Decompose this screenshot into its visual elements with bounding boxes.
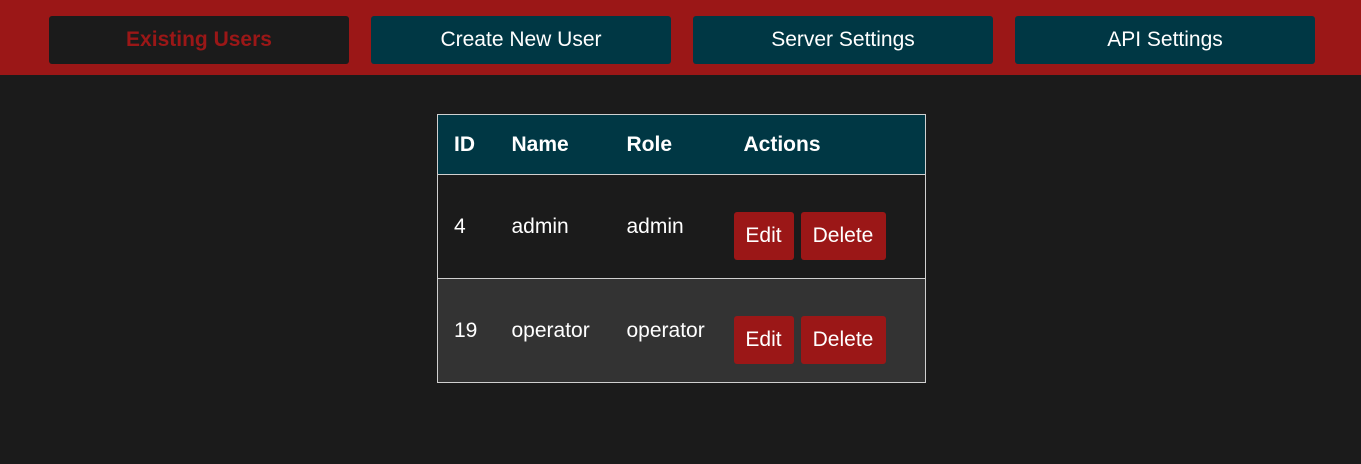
user-role-cell: admin (609, 174, 725, 279)
delete-user-button[interactable]: Delete (800, 211, 886, 260)
table-header: ID Name Role Actions (437, 114, 926, 175)
users-table: ID Name Role Actions 4 admin admin Edit D… (437, 114, 926, 383)
edit-user-button[interactable]: Edit (733, 211, 794, 260)
table-header-row: ID Name Role Actions (437, 114, 926, 175)
table-row: 19 operator operator Edit Delete (437, 278, 926, 383)
top-nav-bar: Existing Users Create New User Server Se… (0, 0, 1361, 75)
user-id-cell: 4 (437, 174, 495, 279)
column-header-id: ID (437, 114, 495, 175)
user-actions-cell: Edit Delete (724, 174, 926, 279)
column-header-role: Role (609, 114, 725, 175)
user-actions-cell: Edit Delete (724, 278, 926, 383)
user-role-cell: operator (609, 278, 725, 383)
user-name-cell: operator (494, 278, 610, 383)
column-header-name: Name (494, 114, 610, 175)
tab-api-settings[interactable]: API Settings (1015, 16, 1315, 64)
user-id-cell: 19 (437, 278, 495, 383)
tab-server-settings[interactable]: Server Settings (693, 16, 993, 64)
tab-existing-users[interactable]: Existing Users (49, 16, 349, 64)
tab-create-new-user[interactable]: Create New User (371, 16, 671, 64)
column-header-actions: Actions (724, 114, 926, 175)
table-row: 4 admin admin Edit Delete (437, 174, 926, 279)
delete-user-button[interactable]: Delete (800, 315, 886, 364)
user-name-cell: admin (494, 174, 610, 279)
edit-user-button[interactable]: Edit (733, 315, 794, 364)
table-body: 4 admin admin Edit Delete 19 operator ope… (437, 174, 926, 383)
